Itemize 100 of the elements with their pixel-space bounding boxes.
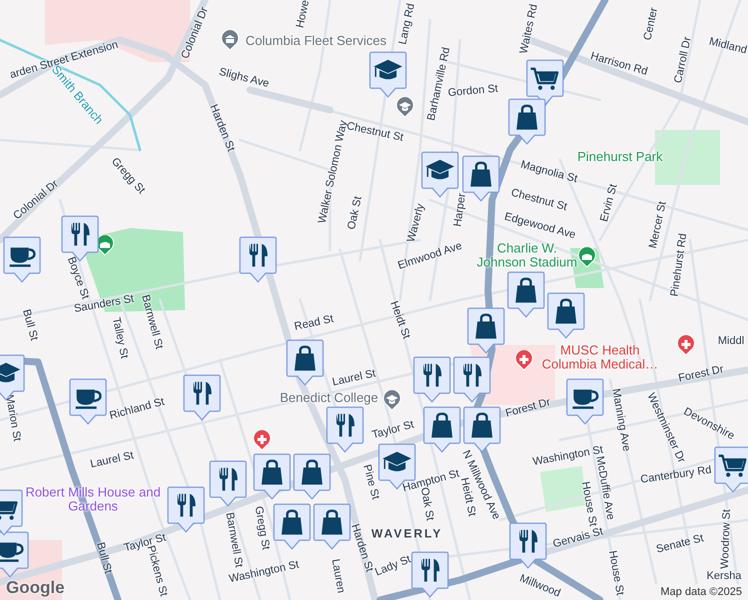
street-label: Woodrow St (718, 508, 734, 570)
shopping-bag-icon (302, 460, 322, 485)
fork-knife-icon (421, 558, 440, 582)
graduation-cap-icon (374, 60, 402, 80)
shopping-cart-icon (718, 454, 747, 477)
street-label: Kersha (706, 570, 742, 582)
fork-knife-icon (177, 494, 196, 517)
street-label: Laurel St (89, 450, 135, 470)
street-label: Gervais St (552, 526, 604, 550)
map-pin[interactable] (253, 453, 291, 501)
coffee-cup-icon (76, 390, 102, 409)
google-logo: Google (6, 578, 65, 598)
hospital-icon[interactable] (515, 350, 533, 371)
park-icon[interactable] (578, 247, 596, 268)
street-label: Waites Rd (518, 3, 540, 55)
street-label: Chestnut St (510, 186, 568, 214)
street-label: Forest Dr (504, 396, 552, 420)
shopping-bag-icon (282, 510, 302, 535)
map-pin[interactable] (183, 374, 221, 422)
place-label: Columbia Fleet Services (246, 34, 386, 48)
fork-knife-icon (336, 414, 354, 437)
fork-knife-icon (463, 364, 482, 387)
hospital-icon[interactable] (253, 430, 271, 451)
map-pin[interactable] (286, 339, 324, 387)
street-label: House St (579, 480, 599, 528)
street-label: Senate St (655, 532, 705, 556)
street-label: Pine St (360, 463, 382, 501)
street-label: Mercer St (647, 200, 669, 250)
shopping-bag-icon (556, 298, 576, 324)
shopping-bag-icon (472, 412, 492, 438)
street-label: Ervin St (598, 182, 620, 224)
map-pin[interactable] (167, 486, 205, 534)
street-label: Harden St (207, 102, 237, 154)
place-label: Pinehurst Park (577, 150, 663, 164)
map-pin[interactable] (0, 531, 29, 579)
street-label: Harper (452, 192, 468, 228)
fork-knife-icon (193, 382, 212, 405)
map-pin[interactable] (69, 378, 107, 426)
shopping-bag-icon (470, 162, 492, 187)
shopping-bag-icon (476, 314, 496, 339)
graduation-cap-icon (382, 452, 412, 472)
map-pin[interactable] (209, 460, 247, 508)
school-icon[interactable] (383, 390, 401, 411)
shopping-bag-icon (516, 278, 536, 303)
map-pin[interactable] (467, 307, 505, 355)
map-pin[interactable] (547, 292, 585, 340)
coffee-cup-icon (572, 390, 599, 409)
street-label: Taylor St (370, 418, 416, 442)
school-icon[interactable] (396, 97, 414, 118)
street-label: Forest Dr (677, 363, 725, 385)
fork-knife-icon (71, 222, 90, 246)
map-pin[interactable] (413, 356, 451, 404)
map-pin[interactable] (239, 236, 277, 284)
street-label: Read St (293, 312, 335, 334)
map-pin[interactable] (526, 59, 564, 107)
map-pin[interactable] (273, 503, 311, 551)
street-label: Middl (718, 334, 744, 348)
street-label: Pinehurst Rd (668, 232, 690, 298)
street-label: Barnwell St (138, 294, 166, 350)
street-label: Heidt St (388, 300, 412, 340)
map-pin[interactable] (369, 51, 407, 99)
graduation-cap-icon (426, 160, 454, 180)
map-pin[interactable] (508, 98, 546, 146)
map-pin[interactable] (714, 446, 748, 494)
hospital-icon[interactable] (677, 335, 695, 356)
map-pin[interactable] (411, 551, 449, 599)
map-pin[interactable] (507, 271, 545, 319)
map-pin[interactable] (3, 236, 41, 284)
place-label: MUSC Health Columbia Medical… (540, 344, 660, 372)
street-label: House St (606, 550, 626, 596)
map-pin[interactable] (509, 522, 547, 570)
street-label: Boyce St (64, 255, 92, 301)
map-pin[interactable] (453, 356, 491, 404)
graduation-cap-icon (0, 362, 20, 382)
shopping-bag-icon (432, 412, 452, 438)
shopping-bag-icon (322, 510, 342, 535)
shopping-cart-icon (530, 68, 559, 90)
building-icon[interactable] (221, 30, 239, 51)
street-label: Slighs Ave (218, 66, 270, 90)
map-pin[interactable] (423, 406, 461, 454)
shopping-bag-icon (516, 104, 538, 130)
map-pin[interactable] (326, 406, 364, 454)
place-label: Benedict College (280, 390, 378, 406)
street-label: Harrison Rd (589, 50, 649, 78)
map-pin[interactable] (566, 378, 604, 426)
neighborhood-label: WAVERLY (371, 527, 443, 541)
fork-knife-icon (423, 364, 442, 387)
street-label: Lang Rd (396, 2, 418, 46)
street-label: Carroll Dr (672, 36, 694, 84)
street-label: Lady St (373, 553, 413, 579)
street-label: Bull St (20, 308, 40, 342)
map-pin[interactable] (313, 503, 351, 551)
street-label: Gordon St (448, 82, 498, 100)
shopping-bag-icon (262, 460, 282, 485)
street-label: Center (642, 6, 660, 42)
street-label: Waverly (405, 202, 427, 244)
fork-knife-icon (249, 244, 268, 267)
fork-knife-icon (519, 530, 538, 553)
street-label: Oak St (346, 195, 364, 231)
map-pin[interactable] (293, 453, 331, 501)
